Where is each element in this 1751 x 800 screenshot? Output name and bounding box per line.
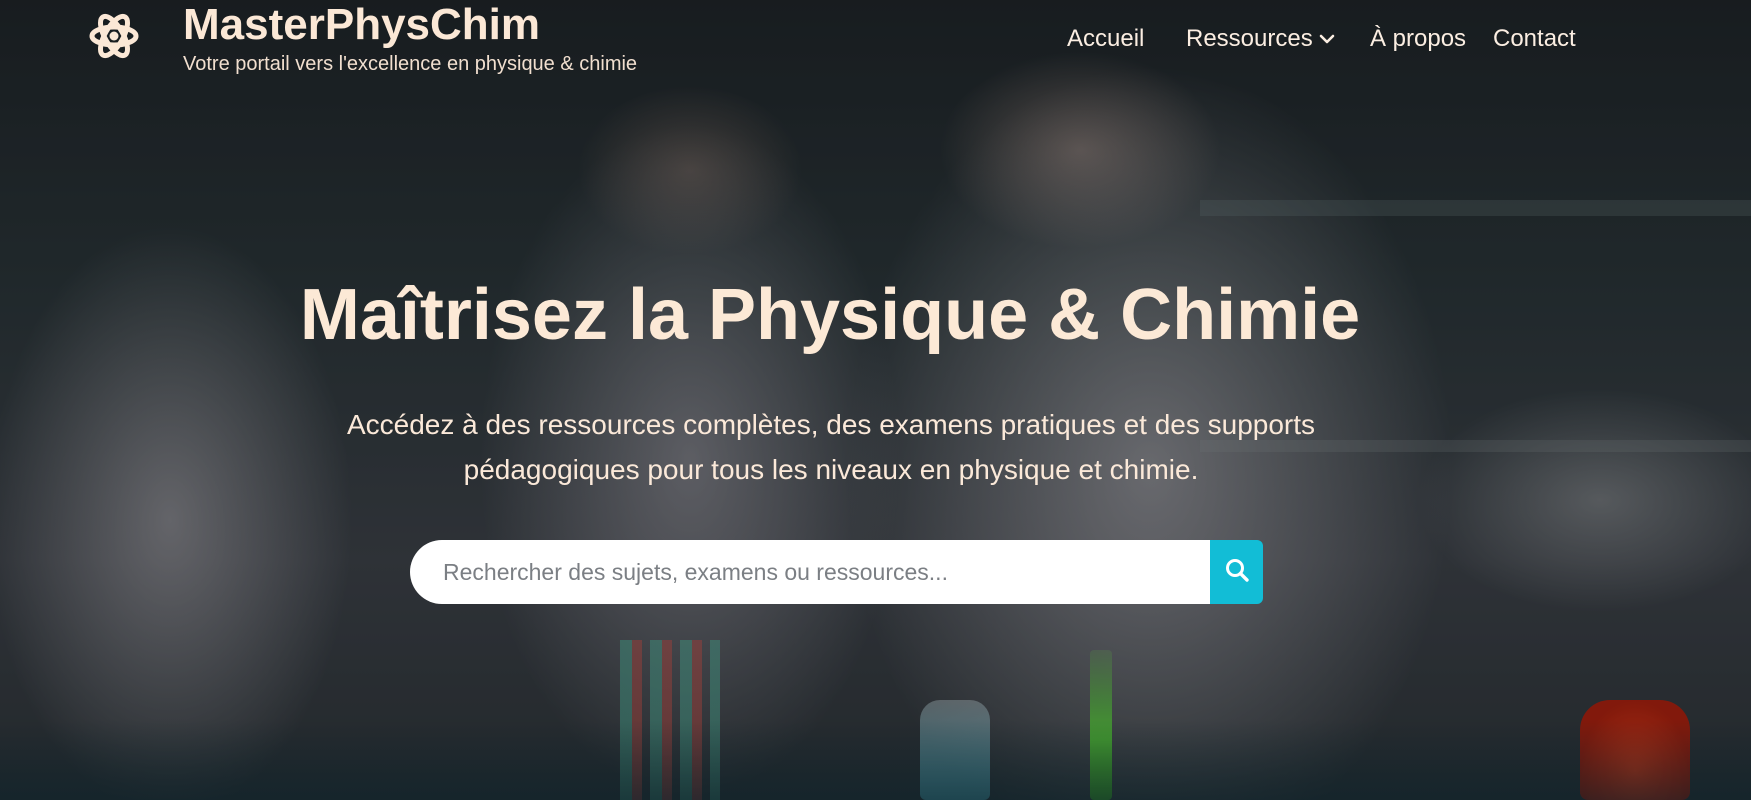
search-icon bbox=[1224, 557, 1250, 588]
nav-item-ressources[interactable]: Ressources bbox=[1186, 22, 1335, 56]
nav-item-label: Ressources bbox=[1186, 25, 1313, 52]
chevron-down-icon bbox=[1319, 21, 1335, 55]
search-button[interactable] bbox=[1210, 540, 1263, 604]
nav-item-a-propos[interactable]: À propos bbox=[1370, 22, 1466, 56]
nav-item-contact[interactable]: Contact bbox=[1493, 22, 1576, 56]
main-nav: Accueil Ressources À propos Contact bbox=[0, 22, 1751, 58]
hero-subtitle: Accédez à des ressources complètes, des … bbox=[346, 409, 1316, 485]
dark-overlay bbox=[0, 0, 1751, 800]
nav-item-accueil[interactable]: Accueil bbox=[1067, 22, 1144, 56]
page: MasterPhysChim Votre portail vers l'exce… bbox=[0, 0, 1751, 800]
site-header: MasterPhysChim Votre portail vers l'exce… bbox=[0, 0, 1751, 90]
search-bar bbox=[410, 540, 1263, 604]
search-input[interactable] bbox=[410, 540, 1210, 604]
hero-title: Maîtrisez la Physique & Chimie bbox=[299, 275, 1361, 355]
